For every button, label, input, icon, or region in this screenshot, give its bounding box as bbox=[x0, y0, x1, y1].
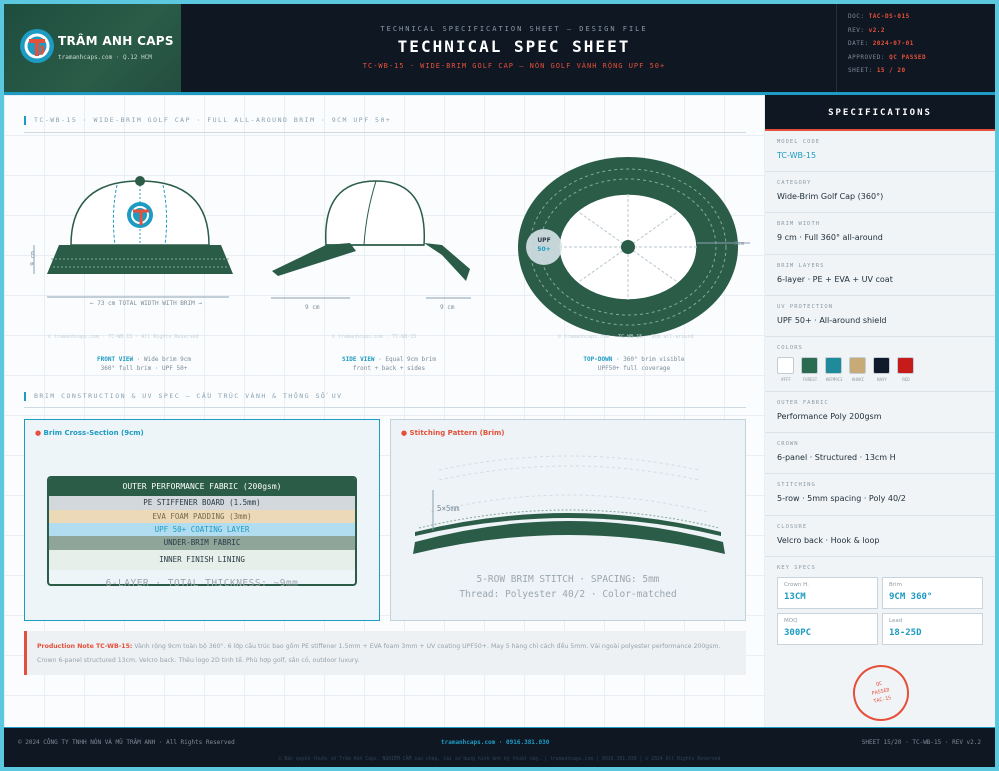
meta-sheet: SHEET: 15 / 20 bbox=[848, 67, 906, 74]
swatch-white[interactable]: #FFF bbox=[777, 356, 795, 382]
footer: © 2024 CÔNG TY TNHH NÓN VÀ MŨ TRÂM ANH ·… bbox=[4, 727, 995, 767]
brim-cross-section-panel: ● Brim Cross-Section (9cm) OUTER PERFORM… bbox=[24, 419, 380, 621]
sidebar-title: SPECIFICATIONS bbox=[765, 95, 995, 131]
spec-sheet-page: TRÂM ANH CAPS tramanhcaps.com · Q.12 HCM… bbox=[4, 4, 995, 767]
spec-colors: COLORS #FFF FOREST #6FM9C3 KHAKI NAVY RE… bbox=[765, 337, 995, 392]
meta-date: DATE: 2024-07-01 bbox=[848, 40, 914, 47]
spec-crown: CROWN 6-panel · Structured · 13cm H bbox=[765, 433, 995, 475]
layer-pe-stiffener: PE STIFFENER BOARD (1.5mm) bbox=[49, 496, 355, 510]
section-construction-label: BRIM CONSTRUCTION & UV SPEC — CẤU TRÚC V… bbox=[24, 392, 343, 401]
top-watermark: © tramanhcaps.com · TC-WB-15 · 9cm all-a… bbox=[558, 334, 694, 340]
spec-stitching: STITCHING 5-row · 5mm spacing · Poly 40/… bbox=[765, 474, 995, 516]
stitch-spacing-dim: 5×5mm bbox=[437, 504, 460, 513]
layer-inner-lining: INNER FINISH LINING bbox=[49, 550, 355, 570]
meta-doc: DOC: TAC-DS-015 bbox=[848, 13, 910, 20]
stitching-panel-title: ● Stitching Pattern (Brim) bbox=[401, 429, 505, 437]
header: TRÂM ANH CAPS tramanhcaps.com · Q.12 HCM… bbox=[4, 4, 995, 92]
layer-eva-foam: EVA FOAM PADDING (3mm) bbox=[49, 510, 355, 523]
upf-badge: UPF 50+ bbox=[537, 237, 551, 253]
front-height-dim: 9 cm bbox=[29, 251, 37, 266]
meta-approved: APPROVED: QC PASSED bbox=[848, 53, 927, 61]
specifications-sidebar: SPECIFICATIONS MODEL CODE TC-WB-15 CATEG… bbox=[765, 95, 995, 727]
key-lead-time: Lead 18-25D bbox=[882, 612, 983, 645]
brand-name: TRÂM ANH CAPS bbox=[58, 34, 174, 48]
swatch-navy[interactable]: NAVY bbox=[873, 356, 891, 382]
front-width-dim: ← 73 cm TOTAL WIDTH WITH BRIM → bbox=[90, 300, 202, 307]
brim-panel-title: ● Brim Cross-Section (9cm) bbox=[35, 429, 144, 437]
document-meta: DOC: TAC-DS-015 REV: v2.2 DATE: 2024-07-… bbox=[836, 4, 995, 92]
brand-sub: tramanhcaps.com · Q.12 HCM bbox=[58, 54, 152, 61]
meta-rev: REV: v2.2 bbox=[848, 26, 886, 34]
side-front-dim: 9 cm bbox=[305, 304, 320, 311]
color-swatches: #FFF FOREST #6FM9C3 KHAKI NAVY RED bbox=[777, 356, 995, 382]
swatch-khaki[interactable]: KHAKI bbox=[849, 356, 867, 382]
layer-under-brim: UNDER-BRIM FABRIC bbox=[49, 536, 355, 550]
spec-category: CATEGORY Wide-Brim Golf Cap (360°) bbox=[765, 172, 995, 214]
front-view-drawing bbox=[33, 176, 233, 298]
spec-closure: CLOSURE Velcro back · Hook & loop bbox=[765, 516, 995, 557]
front-watermark: © tramanhcaps.com · TC-WB-15 · All Right… bbox=[48, 334, 199, 340]
brand-logo-icon bbox=[20, 29, 54, 63]
footer-legal: © Bản quyền thuộc về Trâm Anh Caps. NGHI… bbox=[278, 757, 721, 762]
page-title: TECHNICAL SPEC SHEET bbox=[397, 37, 631, 56]
section-divider-2 bbox=[24, 407, 746, 408]
stitch-caption: 5-ROW BRIM STITCH · SPACING: 5mm bbox=[476, 574, 660, 585]
layer-stack: OUTER PERFORMANCE FABRIC (200gsm) PE STI… bbox=[47, 476, 357, 586]
spec-brim-width: BRIM WIDTH 9 cm · Full 360° all-around bbox=[765, 213, 995, 255]
spec-outer-fabric: OUTER FABRIC Performance Poly 200gsm bbox=[765, 392, 995, 434]
side-watermark: © tramanhcaps.com · TC-WB-15 bbox=[332, 334, 417, 340]
key-crown-height: Crown H. 13CM bbox=[777, 576, 878, 609]
stitching-panel: ● Stitching Pattern (Brim) 5×5mm 5-ROW B… bbox=[390, 419, 746, 621]
thread-caption: Thread: Polyester 40/2 · Color-matched bbox=[459, 589, 677, 600]
top-brim-dim: 9cm bbox=[734, 241, 744, 247]
header-subtitle: TC-WB-15 · WIDE-BRIM GOLF CAP — NÓN GOLF… bbox=[362, 62, 666, 70]
footer-contact-link[interactable]: tramanhcaps.com · 0916.381.030 bbox=[441, 739, 549, 746]
production-note: Production Note TC-WB-15: Vành rộng 9cm … bbox=[24, 631, 746, 675]
key-moq: MOQ 300PC bbox=[777, 612, 878, 645]
side-back-dim: 9 cm bbox=[440, 304, 455, 311]
layer-total-caption: 6-LAYER · TOTAL THICKNESS: ~9mm bbox=[105, 578, 299, 589]
front-view-caption: FRONT VIEW · Wide brim 9cm 360° full brim… bbox=[97, 356, 191, 372]
swatch-red[interactable]: RED bbox=[897, 356, 915, 382]
section-views-label: TC-WB-15 · WIDE-BRIM GOLF CAP · FULL ALL… bbox=[24, 116, 391, 125]
side-view-drawing bbox=[271, 180, 471, 299]
header-center: TECHNICAL SPECIFICATION SHEET — DESIGN F… bbox=[214, 4, 814, 70]
layer-outer-fabric: OUTER PERFORMANCE FABRIC (200gsm) bbox=[49, 478, 355, 496]
spec-brim-layers: BRIM LAYERS 6-layer · PE + EVA + UV coat bbox=[765, 255, 995, 296]
footer-copyright: © 2024 CÔNG TY TNHH NÓN VÀ MŨ TRÂM ANH ·… bbox=[18, 739, 235, 746]
key-specs-header: KEY SPECS bbox=[777, 564, 816, 571]
top-view-caption: TOP-DOWN · 360° brim visible UPF50+ full … bbox=[583, 356, 685, 372]
drawing-area: TC-WB-15 · WIDE-BRIM GOLF CAP · FULL ALL… bbox=[4, 95, 765, 727]
footer-sheet-info: SHEET 15/20 · TC-WB-15 · REV v2.2 bbox=[861, 739, 981, 746]
header-kicker: TECHNICAL SPECIFICATION SHEET — DESIGN F… bbox=[380, 25, 648, 33]
brand-block[interactable]: TRÂM ANH CAPS tramanhcaps.com · Q.12 HCM bbox=[4, 4, 181, 92]
qc-passed-stamp: QC PASSED TAC-15 bbox=[847, 659, 915, 727]
key-specs-grid: Crown H. 13CM Brim 9CM 360° MOQ 300PC Lead 1… bbox=[777, 576, 995, 645]
section-divider bbox=[24, 132, 746, 133]
layer-upf-coating: UPF 50+ COATING LAYER bbox=[49, 523, 355, 536]
spec-model-code: MODEL CODE TC-WB-15 bbox=[765, 131, 995, 173]
key-brim: Brim 9CM 360° bbox=[882, 576, 983, 609]
spec-uv-protection: UV PROTECTION UPF 50+ · All-around shiel… bbox=[765, 296, 995, 337]
swatch-forest[interactable]: FOREST bbox=[801, 356, 819, 382]
side-view-caption: SIDE VIEW · Equal 9cm brim front + back +… bbox=[342, 356, 436, 372]
swatch-teal[interactable]: #6FM9C3 bbox=[825, 356, 843, 382]
